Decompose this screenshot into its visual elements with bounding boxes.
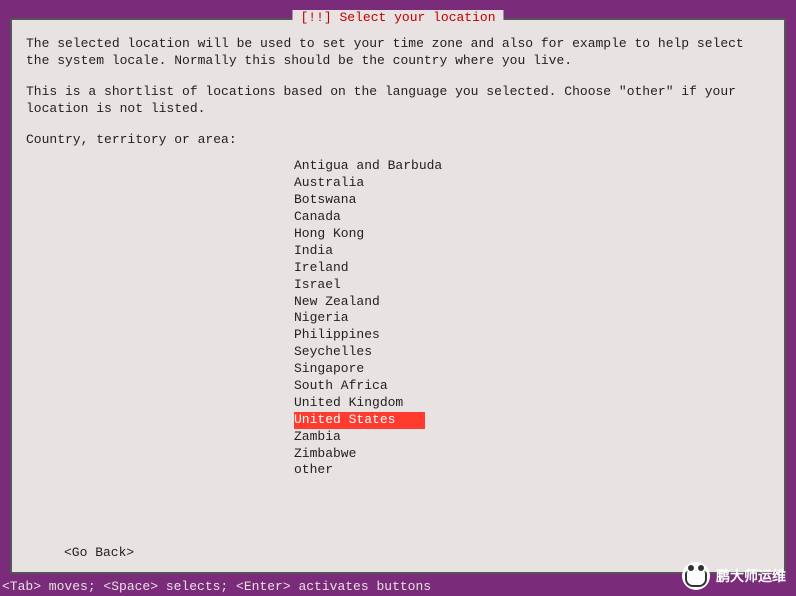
country-option[interactable]: Canada <box>294 209 770 226</box>
country-option[interactable]: United States <box>294 412 425 429</box>
country-list: Antigua and BarbudaAustraliaBotswanaCana… <box>294 158 770 479</box>
intro-paragraph-1: The selected location will be used to se… <box>26 36 770 70</box>
country-option[interactable]: New Zealand <box>294 294 770 311</box>
footer-hint: <Tab> moves; <Space> selects; <Enter> ac… <box>2 579 431 594</box>
watermark-text: 鹏大师运维 <box>716 566 786 586</box>
watermark: 鹏大师运维 <box>682 562 786 590</box>
country-option[interactable]: Botswana <box>294 192 770 209</box>
go-back-button[interactable]: <Go Back> <box>64 545 134 560</box>
country-option[interactable]: other <box>294 462 770 479</box>
wechat-icon <box>682 562 710 590</box>
country-option[interactable]: Nigeria <box>294 310 770 327</box>
country-option[interactable]: Australia <box>294 175 770 192</box>
dialog-title: [!!] Select your location <box>292 10 503 25</box>
intro-paragraph-2: This is a shortlist of locations based o… <box>26 84 770 118</box>
country-option[interactable]: Zimbabwe <box>294 446 770 463</box>
country-option[interactable]: Ireland <box>294 260 770 277</box>
country-option[interactable]: Israel <box>294 277 770 294</box>
country-option[interactable]: United Kingdom <box>294 395 770 412</box>
country-option[interactable]: Zambia <box>294 429 770 446</box>
dialog-content: The selected location will be used to se… <box>12 20 784 495</box>
country-option[interactable]: Antigua and Barbuda <box>294 158 770 175</box>
country-option[interactable]: Philippines <box>294 327 770 344</box>
country-option[interactable]: Singapore <box>294 361 770 378</box>
country-option[interactable]: Hong Kong <box>294 226 770 243</box>
location-dialog: [!!] Select your location The selected l… <box>10 18 786 574</box>
prompt-label: Country, territory or area: <box>26 132 770 149</box>
country-option[interactable]: South Africa <box>294 378 770 395</box>
country-option[interactable]: Seychelles <box>294 344 770 361</box>
country-option[interactable]: India <box>294 243 770 260</box>
